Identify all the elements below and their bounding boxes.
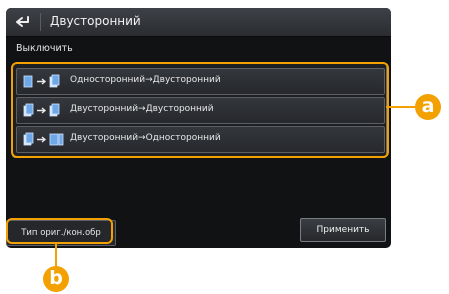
callout-a-line <box>386 106 416 108</box>
apply-button[interactable]: Применить <box>300 218 386 242</box>
back-button[interactable] <box>10 12 36 32</box>
options-highlight <box>11 62 389 158</box>
callout-b: b <box>43 266 69 292</box>
callout-b-line <box>55 242 57 268</box>
title-bar: Двусторонний <box>6 8 391 37</box>
off-option[interactable]: Выключить <box>16 43 73 54</box>
callout-a: a <box>415 94 441 120</box>
page-title: Двусторонний <box>50 14 141 28</box>
title-separator <box>40 13 41 31</box>
back-arrow-icon <box>16 16 29 27</box>
original-type-highlight <box>6 218 113 244</box>
